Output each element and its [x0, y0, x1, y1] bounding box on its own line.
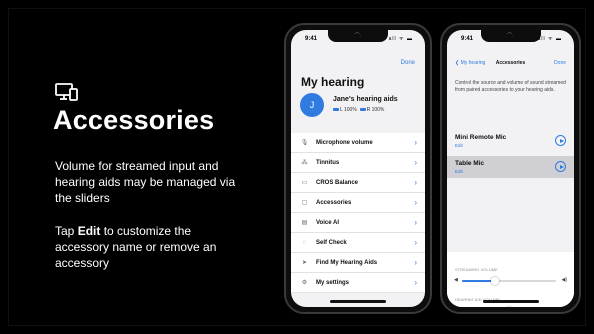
back-button[interactable]: ❮ My hearing: [455, 60, 485, 66]
chevron-right-icon: ›: [414, 138, 417, 147]
status-icons: all ᯤ ▬: [388, 36, 413, 42]
menu-item-label: Accessories: [316, 200, 352, 206]
menu-item-label: Voice AI: [316, 220, 340, 226]
phone-my-hearing: ⌒· 9:41 all ᯤ ▬ Done My hearing J Jane's…: [284, 23, 432, 314]
streaming-volume-slider[interactable]: [462, 277, 556, 285]
slide-edit-instructions: Tap Edit to customize the accessory name…: [55, 223, 245, 271]
battery-icon: [333, 108, 339, 112]
done-button[interactable]: Done: [554, 60, 566, 66]
chevron-right-icon: ›: [414, 258, 417, 267]
battery-status: L 100% R 100%: [333, 107, 384, 113]
play-icon[interactable]: [555, 135, 566, 146]
menu-item-my-settings[interactable]: ⚙ My settings ›: [291, 273, 425, 293]
edit-link[interactable]: Edit: [455, 169, 463, 174]
notch-indicator: ⌒·: [354, 33, 362, 39]
avatar: J: [300, 93, 324, 117]
chevron-right-icon: ›: [414, 238, 417, 247]
location-arrow-icon: ➤: [301, 260, 308, 266]
notch-indicator: ⌒·: [507, 33, 514, 39]
tap-prefix: Tap: [55, 224, 75, 238]
cros-icon: ▭: [301, 180, 308, 186]
status-time: 9:41: [305, 36, 318, 42]
nav-bar: ❮ My hearing Accessories Done: [447, 59, 574, 71]
menu-item-label: CROS Balance: [316, 180, 359, 186]
accessories-icon: ▢: [301, 200, 308, 206]
menu-item-tinnitus[interactable]: ⁂ Tinnitus ›: [291, 153, 425, 173]
play-icon[interactable]: [555, 161, 566, 172]
status-time: 9:41: [461, 36, 474, 42]
tinnitus-icon: ⁂: [301, 160, 308, 166]
accessory-name: Mini Remote Mic: [455, 134, 507, 141]
chevron-right-icon: ›: [414, 158, 417, 167]
hearing-aids-name: Jane's hearing aids: [333, 96, 398, 103]
menu-item-label: Find My Hearing Aids: [316, 260, 378, 266]
chevron-right-icon: ›: [414, 278, 417, 287]
slider-knob[interactable]: [490, 277, 499, 285]
status-icons: all ᯤ ▬: [537, 36, 562, 42]
hearing-aids-card[interactable]: J Jane's hearing aids L 100% R 100%: [291, 92, 425, 126]
phone-accessories: ⌒· 9:41 all ᯤ ▬ ❮ My hearing Accessories…: [440, 23, 581, 314]
streaming-volume-label: STREAMING VOLUME: [455, 268, 498, 272]
slide-description: Volume for streamed input and hearing ai…: [55, 159, 236, 205]
page-title: Accessories: [495, 60, 526, 66]
chevron-right-icon: ›: [414, 218, 417, 227]
speaker-low-icon: ◀: [454, 277, 458, 283]
edit-link[interactable]: Edit: [455, 143, 463, 148]
menu-item-cros-balance[interactable]: ▭ CROS Balance ›: [291, 173, 425, 193]
tap-bold: Edit: [77, 224, 101, 238]
settings-menu: 🎙 Microphone volume › ⁂ Tinnitus › ▭ CRO…: [291, 133, 425, 293]
menu-item-label: My settings: [316, 280, 350, 286]
page-title: My hearing: [301, 75, 365, 89]
voice-ai-icon: ▤: [301, 220, 308, 226]
menu-item-self-check[interactable]: ◌ Self Check ›: [291, 233, 425, 253]
slider-fill: [462, 280, 495, 282]
speaker-high-icon: ◀): [561, 277, 567, 283]
phone2-screen: ⌒· 9:41 all ᯤ ▬ ❮ My hearing Accessories…: [447, 30, 574, 307]
monitor-phone-icon: [55, 83, 78, 101]
menu-item-label: Self Check: [316, 240, 347, 246]
menu-item-voice-ai[interactable]: ▤ Voice AI ›: [291, 213, 425, 233]
battery-left: L 100%: [340, 107, 357, 113]
phone1-screen: ⌒· 9:41 all ᯤ ▬ Done My hearing J Jane's…: [291, 30, 425, 307]
accessory-row-mini-remote-mic[interactable]: Mini Remote Mic Edit: [447, 130, 574, 152]
menu-item-find-my-hearing-aids[interactable]: ➤ Find My Hearing Aids ›: [291, 253, 425, 273]
shield-check-icon: ◌: [302, 240, 307, 246]
chevron-right-icon: ›: [414, 198, 417, 207]
battery-icon: [359, 108, 366, 112]
accessory-name: Table Mic: [455, 160, 485, 167]
menu-item-label: Microphone volume: [316, 140, 373, 146]
home-indicator[interactable]: [330, 300, 386, 303]
microphone-icon: 🎙: [300, 140, 309, 146]
battery-right: R 100%: [366, 107, 385, 113]
home-indicator[interactable]: [482, 300, 539, 303]
slide-title: Accessories: [53, 105, 215, 135]
menu-item-accessories[interactable]: ▢ Accessories ›: [291, 193, 425, 213]
done-button[interactable]: Done: [401, 60, 415, 66]
gear-icon: ⚙: [301, 280, 308, 286]
volume-panel: STREAMING VOLUME ◀ ◀) HEARING AID VOLUME…: [447, 252, 574, 307]
accessory-row-table-mic[interactable]: Table Mic Edit: [447, 156, 574, 178]
chevron-right-icon: ›: [414, 178, 417, 187]
menu-item-microphone-volume[interactable]: 🎙 Microphone volume ›: [291, 133, 425, 153]
menu-item-label: Tinnitus: [316, 160, 340, 166]
info-text: Control the source and volume of sound s…: [455, 80, 566, 93]
